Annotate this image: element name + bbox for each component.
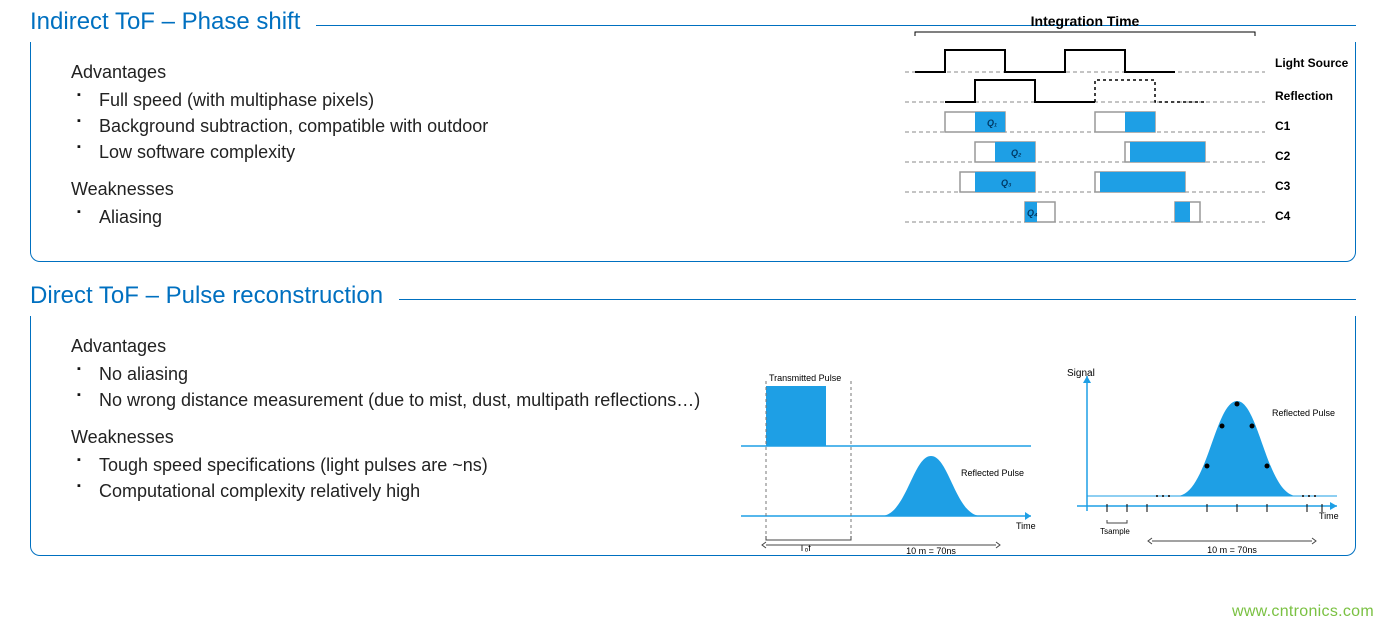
list-item: No aliasing bbox=[99, 361, 791, 387]
row-label: C2 bbox=[1275, 149, 1291, 163]
tx-pulse-label: Transmitted Pulse bbox=[769, 373, 841, 383]
section-direct-tof: Direct ToF – Pulse reconstruction Advant… bbox=[30, 282, 1356, 556]
q3-label: Q₃ bbox=[1001, 178, 1012, 188]
row-label: Reflection bbox=[1275, 89, 1333, 103]
section-title: Direct ToF – Pulse reconstruction bbox=[30, 282, 399, 310]
pulse-diagram-sampled: Tsample 10 m = 70ns Signal Reflected Pul… bbox=[1057, 356, 1347, 556]
advantages-heading: Advantages bbox=[71, 62, 791, 83]
integration-time-label: Integration Time bbox=[1031, 13, 1140, 29]
advantages-list: No aliasing No wrong distance measuremen… bbox=[71, 361, 791, 413]
q4-label: Q₄ bbox=[1027, 208, 1038, 218]
text-column: Advantages No aliasing No wrong distance… bbox=[71, 336, 791, 504]
list-item: Low software complexity bbox=[99, 139, 791, 165]
section-indirect-tof: Indirect ToF – Phase shift Advantages Fu… bbox=[30, 8, 1356, 262]
weaknesses-list: Aliasing bbox=[71, 204, 791, 230]
text-column: Advantages Full speed (with multiphase p… bbox=[71, 62, 791, 230]
rx-pulse-label: Reflected Pulse bbox=[1272, 408, 1335, 418]
span-label: 10 m = 70ns bbox=[906, 546, 956, 556]
weaknesses-list: Tough speed specifications (light pulses… bbox=[71, 452, 791, 504]
row-label: C4 bbox=[1275, 209, 1291, 223]
tsample-label: Tsample bbox=[1100, 527, 1130, 536]
row-label: Light Source bbox=[1275, 56, 1349, 70]
section-title-row: Direct ToF – Pulse reconstruction bbox=[30, 282, 1356, 310]
list-item: Background subtraction, compatible with … bbox=[99, 113, 791, 139]
q2-label: Q₂ bbox=[1011, 148, 1022, 158]
section-rule bbox=[399, 299, 1356, 300]
section-title: Indirect ToF – Phase shift bbox=[30, 8, 316, 36]
list-item: Aliasing bbox=[99, 204, 791, 230]
section-panel: Advantages Full speed (with multiphase p… bbox=[30, 42, 1356, 262]
list-item: No wrong distance measurement (due to mi… bbox=[99, 387, 791, 413]
time-axis-label: Time bbox=[1016, 521, 1036, 531]
advantages-heading: Advantages bbox=[71, 336, 791, 357]
q1-label: Q₁ bbox=[987, 118, 997, 128]
section-panel: Advantages No aliasing No wrong distance… bbox=[30, 316, 1356, 556]
span-label: 10 m = 70ns bbox=[1207, 545, 1257, 555]
timing-diagram: Integration Time bbox=[875, 12, 1355, 252]
weaknesses-heading: Weaknesses bbox=[71, 427, 791, 448]
list-item: Full speed (with multiphase pixels) bbox=[99, 87, 791, 113]
watermark: www.cntronics.com bbox=[1232, 603, 1374, 621]
rx-pulse-label: Reflected Pulse bbox=[961, 468, 1024, 478]
weaknesses-heading: Weaknesses bbox=[71, 179, 791, 200]
row-label: C1 bbox=[1275, 119, 1291, 133]
list-item: Computational complexity relatively high bbox=[99, 478, 791, 504]
list-item: Tough speed specifications (light pulses… bbox=[99, 452, 791, 478]
row-label: C3 bbox=[1275, 179, 1291, 193]
advantages-list: Full speed (with multiphase pixels) Back… bbox=[71, 87, 791, 165]
time-axis-label: Time bbox=[1319, 511, 1339, 521]
pulse-diagram-tx-rx: Tₒf 10 m = 70ns Transmitted Pulse Reflec… bbox=[731, 366, 1041, 556]
signal-axis-label: Signal bbox=[1067, 368, 1095, 379]
